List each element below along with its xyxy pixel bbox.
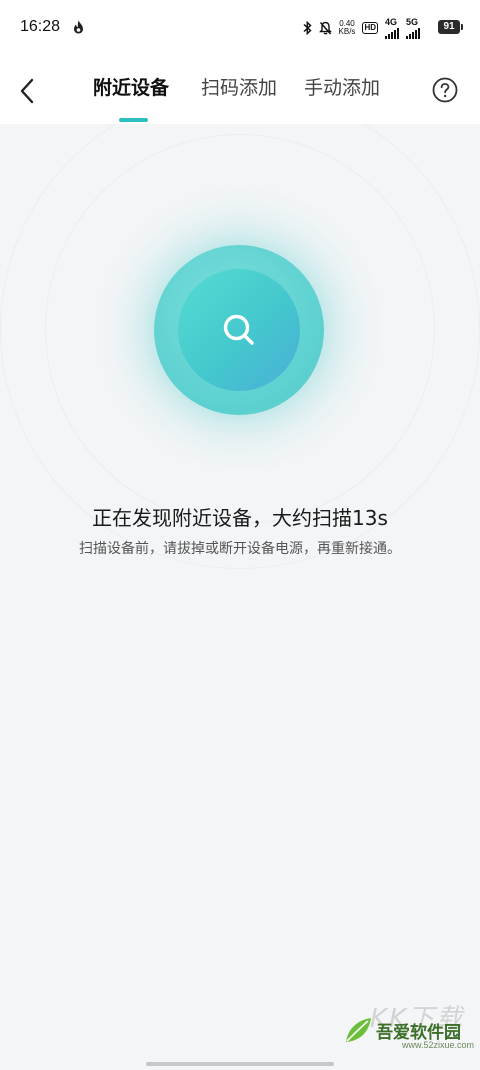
bluetooth-icon	[303, 21, 312, 35]
active-tab-indicator	[119, 118, 148, 122]
tab-scan-qr[interactable]: 扫码添加	[201, 75, 277, 101]
chevron-left-icon	[20, 78, 34, 104]
leaf-logo-icon	[346, 1018, 371, 1042]
sim1-signal: 4G	[385, 16, 399, 39]
help-icon[interactable]	[432, 77, 458, 103]
hd-icon: HD	[362, 22, 378, 34]
scan-button[interactable]	[178, 269, 300, 391]
sim2-network-tag: 5G	[406, 16, 419, 27]
flame-icon	[74, 20, 83, 34]
tab-manual-add[interactable]: 手动添加	[304, 75, 380, 101]
watermark-url: www.52zixue.com	[402, 1040, 475, 1050]
mute-icon	[318, 21, 332, 35]
status-indicators: 0.40 KB/s HD 4G 5G	[303, 16, 420, 39]
network-speed-unit: KB/s	[338, 27, 356, 36]
scan-hint-text: 扫描设备前，请拔掉或断开设备电源，再重新接通。	[79, 541, 401, 557]
tab-nearby-devices[interactable]: 附近设备	[93, 75, 169, 101]
watermark: KK下载 吾爱软件园 www.52zixue.com	[342, 998, 474, 1056]
network-speed: 0.40 KB/s	[339, 20, 356, 36]
scan-status-title: 正在发现附近设备，大约扫描13s	[92, 506, 388, 530]
back-button[interactable]	[10, 74, 44, 108]
signal-icon	[406, 27, 420, 39]
scan-area: 正在发现附近设备，大约扫描13s 扫描设备前，请拔掉或断开设备电源，再重新接通。…	[0, 124, 480, 1070]
signal-icon	[385, 27, 399, 39]
home-indicator[interactable]	[146, 1062, 334, 1066]
battery-icon: 91	[438, 20, 463, 34]
sim1-network-tag: 4G	[385, 16, 398, 27]
top-nav: 附近设备 扫码添加 手动添加	[0, 58, 480, 124]
status-time: 16:28	[20, 18, 61, 35]
status-bar: 16:28 0.40 KB/s HD 4G 5G 91	[0, 0, 480, 58]
search-icon	[223, 314, 254, 345]
sim2-signal: 5G	[406, 16, 420, 39]
